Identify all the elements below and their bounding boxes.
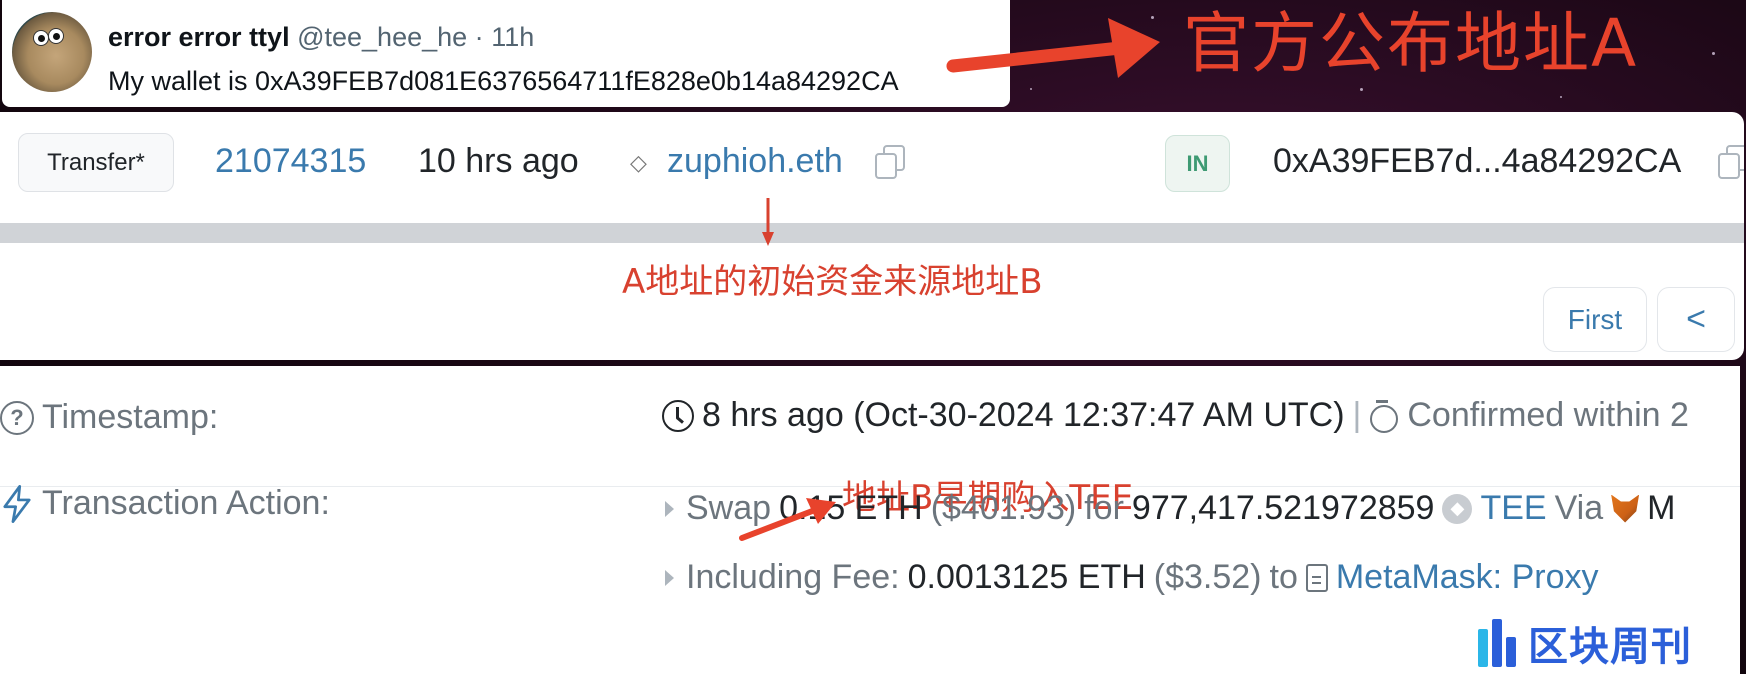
timestamp-value-row: 8 hrs ago (Oct-30-2024 12:37:47 AM UTC) … bbox=[662, 396, 1689, 435]
caret-right-icon bbox=[665, 569, 674, 586]
watermark-text: 区块周刊 bbox=[1528, 624, 1692, 670]
tweet-card: error error ttyl @tee_hee_he · 11h My wa… bbox=[2, 0, 1010, 107]
tweet-time[interactable]: 11h bbox=[491, 22, 534, 52]
star bbox=[1360, 88, 1363, 91]
copy-icon[interactable] bbox=[1718, 145, 1744, 179]
confirmed-within: Confirmed within 2 bbox=[1407, 396, 1689, 434]
tweet-dot-separator: · bbox=[474, 22, 484, 52]
scrollbar-track[interactable] bbox=[0, 223, 1744, 243]
swap-via: Via bbox=[1554, 489, 1604, 527]
direction-badge: IN bbox=[1165, 135, 1230, 192]
timestamp-value: 8 hrs ago (Oct-30-2024 12:37:47 AM UTC) bbox=[702, 396, 1345, 434]
action-label-row: Transaction Action: bbox=[0, 484, 330, 523]
fee-recipient-link[interactable]: MetaMask: Proxy bbox=[1336, 558, 1599, 597]
method-badge[interactable]: Transfer* bbox=[18, 133, 174, 192]
from-ens-link[interactable]: zuphioh.eth bbox=[667, 142, 843, 181]
fee-line: Including Fee: 0.0013125 ETH ($3.52) to … bbox=[665, 558, 1598, 597]
caret-right-icon bbox=[665, 500, 674, 517]
star bbox=[1560, 96, 1562, 98]
swap-line: Swap 0.15 ETH ($401.93) for 977,417.5219… bbox=[665, 489, 1675, 528]
swap-verb: Swap bbox=[686, 489, 772, 527]
fee-usd: ($3.52) bbox=[1153, 558, 1262, 596]
timestamp-label-row: ? Timestamp: bbox=[0, 398, 218, 437]
googly-eye-icon bbox=[33, 30, 49, 46]
to-address[interactable]: 0xA39FEB7d...4a84292CA bbox=[1273, 142, 1681, 181]
annotation-initial-funding: A地址的初始资金来源地址B bbox=[622, 262, 1043, 302]
token-icon: ◆ bbox=[1442, 493, 1473, 524]
annotation-official-address: 官方公布地址A bbox=[1183, 5, 1639, 82]
timestamp-label: Timestamp: bbox=[42, 398, 219, 436]
contract-icon bbox=[1305, 563, 1328, 592]
star bbox=[1712, 52, 1715, 55]
first-page-button[interactable]: First bbox=[1543, 287, 1647, 352]
separator: | bbox=[1352, 396, 1362, 434]
transaction-action-label: Transaction Action: bbox=[42, 484, 330, 522]
ens-icon: ◇ bbox=[630, 150, 647, 175]
tweet-handle[interactable]: @tee_hee_he bbox=[297, 22, 467, 52]
token-link[interactable]: TEE bbox=[1480, 489, 1546, 528]
copy-icon[interactable] bbox=[875, 145, 905, 179]
tweet-display-name[interactable]: error error ttyl bbox=[108, 22, 290, 52]
watermark: 区块周刊 bbox=[1474, 614, 1692, 672]
clock-icon bbox=[662, 399, 694, 432]
fee-to: to bbox=[1269, 558, 1298, 596]
star bbox=[1151, 16, 1154, 19]
transfer-panel: Transfer* 21074315 10 hrs ago ◇ zuphioh.… bbox=[0, 112, 1744, 360]
watermark-logo-icon bbox=[1474, 619, 1522, 667]
previous-page-button[interactable]: < bbox=[1657, 287, 1735, 352]
stopwatch-icon bbox=[1369, 399, 1399, 433]
fee-label: Including Fee: bbox=[686, 558, 900, 596]
lightning-icon bbox=[3, 484, 31, 523]
tweet-header: error error ttyl @tee_hee_he · 11h bbox=[108, 20, 534, 54]
swap-usd-in: ($401.93) bbox=[930, 489, 1077, 527]
help-icon[interactable]: ? bbox=[0, 400, 34, 435]
via-partial[interactable]: M bbox=[1647, 489, 1675, 528]
swap-amount-out: 977,417.521972859 bbox=[1131, 489, 1435, 527]
googly-eye-icon bbox=[48, 28, 64, 44]
tweet-text: My wallet is 0xA39FEB7d081E6376564711fE8… bbox=[108, 66, 899, 96]
star bbox=[1030, 88, 1032, 90]
metamask-fox-icon bbox=[1611, 494, 1640, 523]
swap-for: for bbox=[1084, 489, 1124, 527]
transfer-age: 10 hrs ago bbox=[418, 142, 579, 180]
fee-amount: 0.0013125 ETH bbox=[907, 558, 1146, 596]
block-number-link[interactable]: 21074315 bbox=[215, 142, 366, 181]
avatar[interactable] bbox=[12, 12, 92, 92]
swap-amount-in: 0.15 ETH bbox=[779, 489, 923, 527]
